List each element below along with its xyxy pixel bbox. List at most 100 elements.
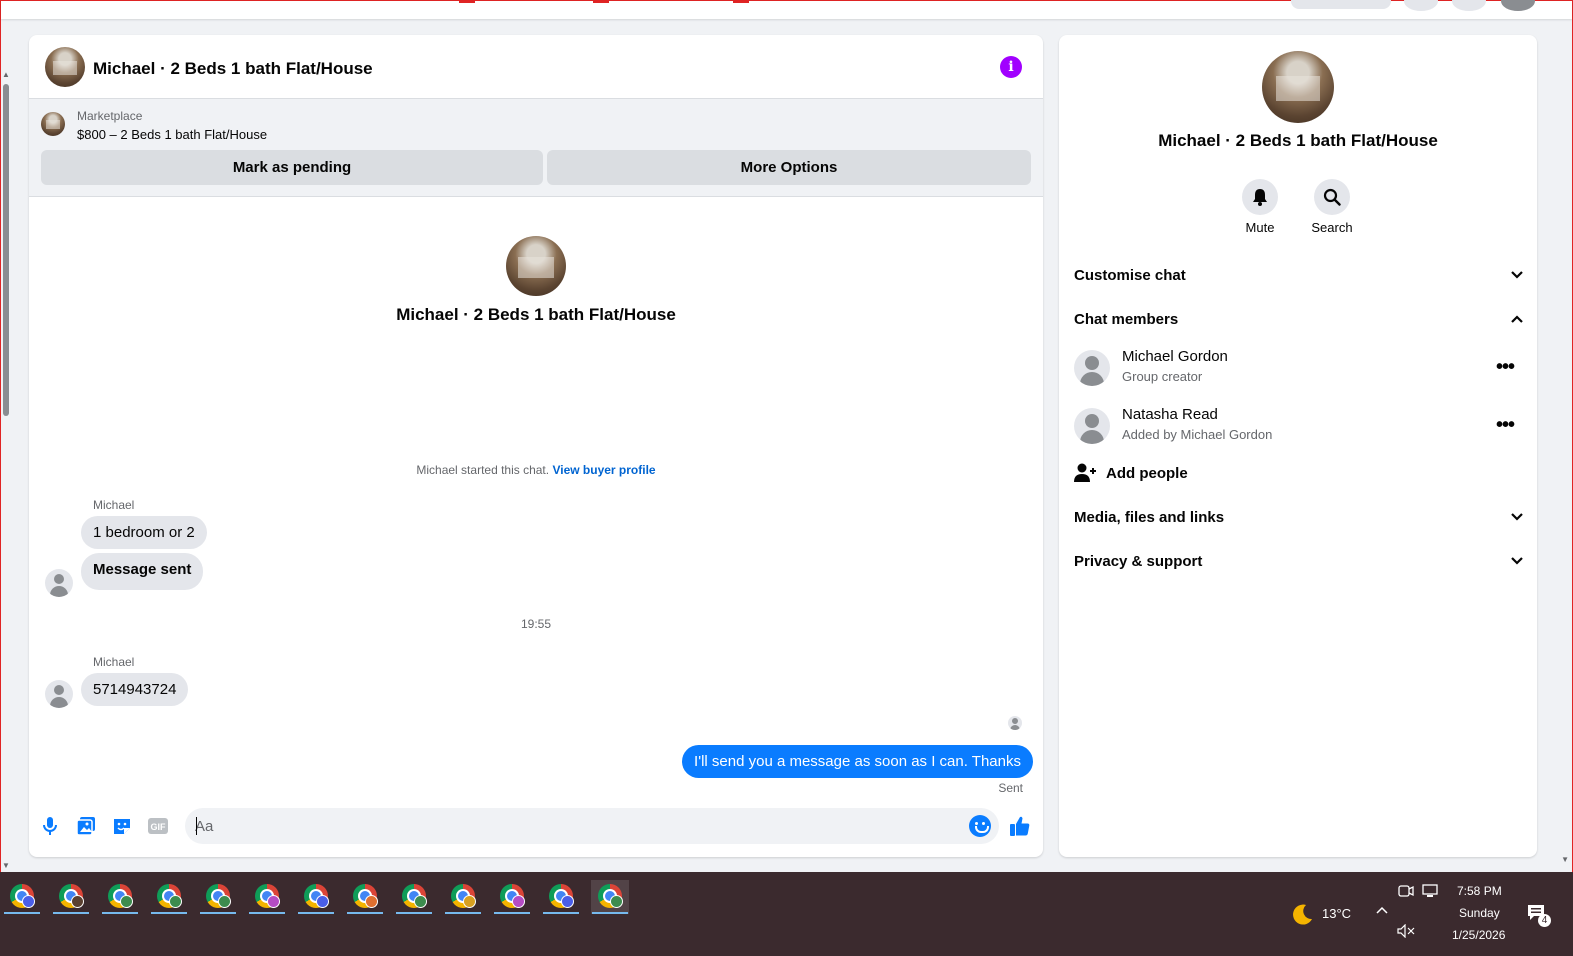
nav-icon-button[interactable] <box>1404 0 1438 11</box>
nav-button[interactable] <box>1291 0 1391 9</box>
profile-avatar[interactable] <box>1501 0 1535 11</box>
chrome-taskbar-app[interactable] <box>346 880 384 914</box>
emoji-icon[interactable] <box>969 815 991 837</box>
privacy-support-section[interactable]: Privacy & support <box>1074 543 1524 579</box>
listing-avatar[interactable] <box>45 47 85 87</box>
weather-moon-icon[interactable] <box>1290 902 1314 931</box>
scroll-down-icon[interactable]: ▼ <box>1561 855 1569 864</box>
notification-count-badge[interactable]: 4 <box>1538 914 1551 927</box>
scrollbar-thumb[interactable] <box>3 84 9 416</box>
weather-temperature[interactable]: 13°C <box>1322 906 1351 921</box>
customise-chat-section[interactable]: Customise chat <box>1074 257 1524 293</box>
clock-time[interactable]: 7:58 PM <box>1457 884 1502 898</box>
message-bubble[interactable]: Message sent <box>81 553 204 590</box>
network-icon[interactable] <box>1422 884 1440 903</box>
bell-icon[interactable] <box>1242 179 1278 215</box>
chat-member-row[interactable]: Michael Gordon Group creator ••• <box>1074 348 1524 392</box>
nav-indicator <box>459 1 475 3</box>
photo-icon[interactable] <box>75 815 97 837</box>
meet-now-icon[interactable] <box>1398 884 1414 903</box>
media-files-links-section[interactable]: Media, files and links <box>1074 499 1524 535</box>
message-composer[interactable] <box>185 808 999 844</box>
chevron-up-icon <box>1511 315 1523 323</box>
mute-label: Mute <box>1245 220 1275 235</box>
chrome-taskbar-app[interactable] <box>444 880 482 914</box>
chrome-taskbar-app[interactable] <box>542 880 580 914</box>
media-files-links-label: Media, files and links <box>1074 508 1225 526</box>
more-options-button[interactable]: More Options <box>547 150 1031 185</box>
privacy-support-label: Privacy & support <box>1074 552 1203 570</box>
chrome-taskbar-app[interactable] <box>150 880 188 914</box>
chat-title[interactable]: Michael · 2 Beds 1 bath Flat/House <box>93 59 373 79</box>
top-navigation-bar <box>1 0 1572 19</box>
chrome-taskbar-app[interactable] <box>199 880 237 914</box>
chrome-taskbar-app[interactable] <box>101 880 139 914</box>
running-indicator <box>445 912 481 914</box>
member-avatar[interactable] <box>1074 408 1110 444</box>
marketplace-banner: Marketplace $800 – 2 Beds 1 bath Flat/Ho… <box>29 99 1043 197</box>
message-bubble[interactable]: 5714943724 <box>81 673 189 706</box>
message-bubble[interactable]: 1 bedroom or 2 <box>81 516 207 549</box>
chrome-taskbar-app[interactable] <box>493 880 531 914</box>
profile-badge-icon <box>463 895 476 908</box>
running-indicator <box>4 912 40 914</box>
member-avatar[interactable] <box>1074 350 1110 386</box>
chevron-down-icon <box>1511 271 1523 279</box>
scroll-down-icon[interactable]: ▼ <box>2 861 10 870</box>
volume-muted-icon[interactable] <box>1397 923 1415 943</box>
thread-intro-title: Michael · 2 Beds 1 bath Flat/House <box>396 305 676 324</box>
member-name[interactable]: Michael Gordon <box>1122 348 1228 365</box>
running-indicator <box>543 912 579 914</box>
sticker-icon[interactable] <box>111 815 133 837</box>
chrome-taskbar-app[interactable] <box>395 880 433 914</box>
search-icon[interactable] <box>1314 179 1350 215</box>
member-role: Group creator <box>1122 369 1203 384</box>
chrome-taskbar-app[interactable] <box>3 880 41 914</box>
running-indicator <box>200 912 236 914</box>
sender-avatar[interactable] <box>45 569 73 597</box>
running-indicator <box>592 912 628 914</box>
profile-badge-icon <box>512 895 525 908</box>
sender-avatar[interactable] <box>45 680 73 708</box>
chrome-taskbar-app[interactable] <box>591 880 629 914</box>
clock-date[interactable]: 1/25/2026 <box>1452 928 1505 942</box>
sender-name: Michael <box>93 498 135 512</box>
more-options-icon[interactable]: ••• <box>1496 356 1515 379</box>
profile-badge-icon <box>365 895 378 908</box>
message-status: Sent <box>998 781 1023 795</box>
mute-button[interactable]: Mute <box>1220 179 1300 235</box>
gif-icon[interactable]: GIF <box>147 815 169 837</box>
chat-members-section[interactable]: Chat members <box>1074 301 1524 337</box>
chevron-down-icon <box>1511 557 1523 565</box>
search-label: Search <box>1311 220 1353 235</box>
chevron-up-icon[interactable] <box>1375 902 1389 918</box>
more-options-icon[interactable]: ••• <box>1496 414 1515 437</box>
view-buyer-profile-link[interactable]: View buyer profile <box>552 463 655 477</box>
chat-member-row[interactable]: Natasha Read Added by Michael Gordon ••• <box>1074 406 1524 450</box>
thumbs-up-icon[interactable] <box>1009 815 1031 837</box>
clock-day[interactable]: Sunday <box>1459 906 1500 920</box>
sender-name: Michael <box>93 655 135 669</box>
outgoing-message-bubble[interactable]: I'll send you a message as soon as I can… <box>682 745 1033 778</box>
microphone-icon[interactable] <box>39 815 61 837</box>
message-input[interactable] <box>195 814 955 838</box>
marketplace-label: Marketplace <box>77 109 143 123</box>
chrome-taskbar-app[interactable] <box>248 880 286 914</box>
customise-chat-label: Customise chat <box>1074 266 1186 284</box>
mark-as-pending-button[interactable]: Mark as pending <box>41 150 543 185</box>
info-icon[interactable]: i <box>1000 56 1022 78</box>
profile-badge-icon <box>414 895 427 908</box>
add-people-button[interactable]: Add people <box>1074 459 1188 487</box>
page-scrollbar[interactable]: ▲ ▼ <box>1 70 11 870</box>
listing-thumbnail[interactable] <box>41 112 65 136</box>
info-avatar[interactable] <box>1262 51 1334 123</box>
chrome-taskbar-app[interactable] <box>297 880 335 914</box>
chrome-taskbar-app[interactable] <box>52 880 90 914</box>
profile-badge-icon <box>561 895 574 908</box>
profile-badge-icon <box>610 895 623 908</box>
member-name[interactable]: Natasha Read <box>1122 406 1218 423</box>
nav-icon-button[interactable] <box>1452 0 1486 11</box>
scroll-up-icon[interactable]: ▲ <box>2 70 10 79</box>
search-button[interactable]: Search <box>1292 179 1372 235</box>
listing-title[interactable]: $800 – 2 Beds 1 bath Flat/House <box>77 127 267 142</box>
